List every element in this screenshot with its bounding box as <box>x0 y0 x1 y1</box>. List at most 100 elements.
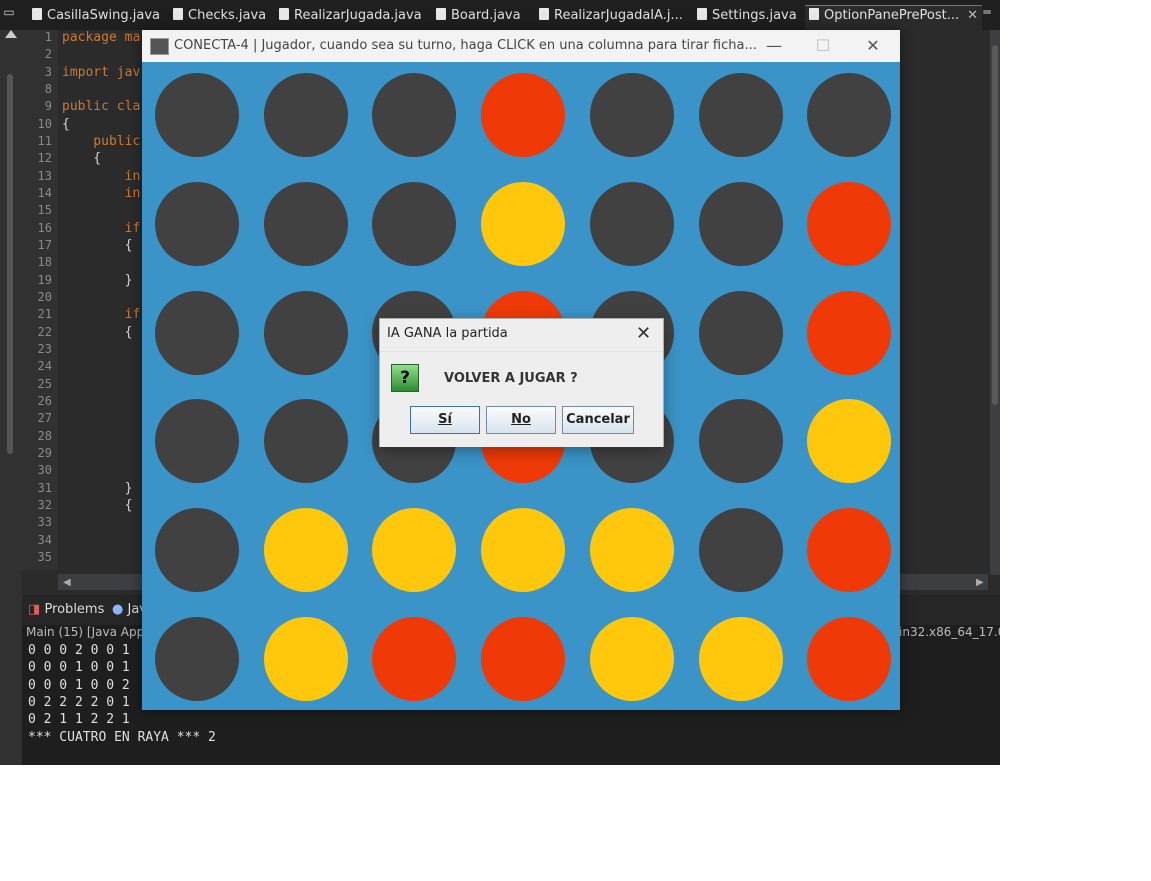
empty-slot[interactable] <box>155 508 239 592</box>
line-number: 23 <box>37 342 52 356</box>
line-number: 9 <box>44 99 52 113</box>
empty-slot[interactable] <box>264 73 348 157</box>
yellow-disc[interactable] <box>372 508 456 592</box>
cancel-button[interactable]: Cancelar <box>562 406 634 434</box>
code-line: { <box>62 238 133 253</box>
empty-slot[interactable] <box>699 73 783 157</box>
empty-slot[interactable] <box>590 73 674 157</box>
minimize-view-icon[interactable]: ═ <box>980 4 994 20</box>
dialog-message: VOLVER A JUGAR ? <box>444 371 578 386</box>
empty-slot[interactable] <box>155 617 239 701</box>
empty-slot[interactable] <box>699 182 783 266</box>
yellow-disc[interactable] <box>590 617 674 701</box>
yellow-disc[interactable] <box>807 399 891 483</box>
empty-slot[interactable] <box>264 399 348 483</box>
maximize-button[interactable]: ☐ <box>813 36 833 55</box>
empty-slot[interactable] <box>264 291 348 375</box>
red-disc[interactable] <box>481 73 565 157</box>
empty-slot[interactable] <box>155 399 239 483</box>
yellow-disc[interactable] <box>699 617 783 701</box>
close-button[interactable]: ✕ <box>863 36 883 55</box>
code-line: public cla <box>62 99 141 114</box>
line-number: 12 <box>37 151 52 165</box>
code-line: in <box>62 186 141 201</box>
empty-slot[interactable] <box>372 73 456 157</box>
console-line: 0 0 0 1 0 0 2 <box>28 678 130 693</box>
yellow-disc[interactable] <box>264 508 348 592</box>
close-tab-icon[interactable]: ✕ <box>967 8 978 23</box>
line-number: 20 <box>37 290 52 304</box>
line-number: 29 <box>37 446 52 460</box>
line-number: 27 <box>37 411 52 425</box>
vertical-ruler[interactable] <box>7 74 13 454</box>
red-disc[interactable] <box>807 291 891 375</box>
console-header: Main (15) [Java App <box>26 625 145 639</box>
tab-checks[interactable]: Checks.java <box>173 6 266 28</box>
line-number: 26 <box>37 394 52 408</box>
java-file-icon <box>809 8 819 20</box>
tab-settings[interactable]: Settings.java <box>697 6 797 28</box>
scroll-thumb[interactable] <box>992 45 998 405</box>
console-line: 0 0 0 1 0 0 1 <box>28 660 130 675</box>
tab-realizarjugada[interactable]: RealizarJugada.java <box>279 6 422 28</box>
red-disc[interactable] <box>807 617 891 701</box>
line-number: 22 <box>37 325 52 339</box>
yes-button[interactable]: Sí <box>410 406 480 434</box>
red-disc[interactable] <box>372 617 456 701</box>
vertical-scrollbar[interactable] <box>990 30 1000 575</box>
yellow-disc[interactable] <box>590 508 674 592</box>
line-number: 18 <box>37 255 52 269</box>
play-again-dialog: IA GANA la partida ✕ ? VOLVER A JUGAR ? … <box>379 318 664 447</box>
line-number: 11 <box>37 134 52 148</box>
line-number: 1 <box>44 30 52 44</box>
code-line: } <box>62 481 133 496</box>
empty-slot[interactable] <box>699 399 783 483</box>
console-line: *** CUATRO EN RAYA *** 2 <box>28 730 216 745</box>
tab-realizarjugadaia[interactable]: RealizarJugadaIA.j... <box>539 6 683 28</box>
empty-slot[interactable] <box>155 291 239 375</box>
window-title: CONECTA-4 | Jugador, cuando sea su turno… <box>174 38 757 53</box>
empty-slot[interactable] <box>372 182 456 266</box>
tab-optionpaneprepost[interactable]: OptionPanePrePost... ✕ <box>805 5 983 30</box>
empty-slot[interactable] <box>699 291 783 375</box>
scroll-right-icon[interactable]: ▶ <box>976 577 984 588</box>
empty-slot[interactable] <box>155 182 239 266</box>
empty-slot[interactable] <box>155 73 239 157</box>
line-number: 31 <box>37 481 52 495</box>
line-number: 21 <box>37 307 52 321</box>
scroll-left-icon[interactable]: ◀ <box>63 577 71 588</box>
restore-icon[interactable]: ▭ <box>2 4 16 20</box>
tab-casillaswing[interactable]: CasillaSwing.java <box>32 6 160 28</box>
java-file-icon <box>173 8 183 20</box>
line-number-gutter: 1 2 3 8 9 10 11 12 13 14 15 16 17 18 19 … <box>22 30 58 570</box>
scroll-up-icon[interactable] <box>5 30 17 38</box>
empty-slot[interactable] <box>699 508 783 592</box>
empty-slot[interactable] <box>590 182 674 266</box>
yellow-disc[interactable] <box>481 182 565 266</box>
java-file-icon <box>539 8 549 20</box>
red-disc[interactable] <box>807 182 891 266</box>
console-header-path: in32.x86_64_17.0. <box>899 625 1000 639</box>
yellow-disc[interactable] <box>481 508 565 592</box>
code-line: if <box>62 307 141 322</box>
code-line: { <box>62 117 70 132</box>
yellow-disc[interactable] <box>264 617 348 701</box>
console-line: 0 2 2 2 2 0 1 <box>28 695 130 710</box>
problems-icon: ◨ <box>28 602 41 617</box>
empty-slot[interactable] <box>807 73 891 157</box>
no-button[interactable]: No <box>486 406 556 434</box>
code-line: in <box>62 169 141 184</box>
red-disc[interactable] <box>807 508 891 592</box>
dialog-close-button[interactable]: ✕ <box>636 323 651 344</box>
tab-problems[interactable]: ◨ Problems <box>28 602 104 617</box>
line-number: 24 <box>37 359 52 373</box>
game-title-bar[interactable]: CONECTA-4 | Jugador, cuando sea su turno… <box>142 30 900 62</box>
minimize-button[interactable]: — <box>764 36 784 55</box>
code-line: { <box>62 151 102 166</box>
red-disc[interactable] <box>481 617 565 701</box>
tab-board[interactable]: Board.java <box>436 6 521 28</box>
code-line: import jav <box>62 65 141 80</box>
empty-slot[interactable] <box>264 182 348 266</box>
line-number: 16 <box>37 221 52 235</box>
line-number: 17 <box>37 238 52 252</box>
